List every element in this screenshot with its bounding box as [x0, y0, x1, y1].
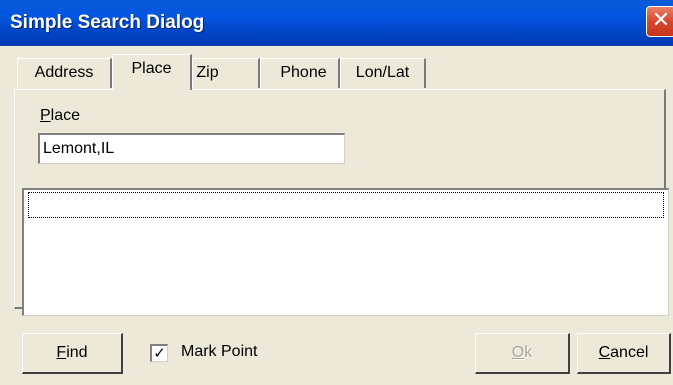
- tab-label: Zip: [196, 64, 219, 81]
- tab-address[interactable]: Address: [17, 58, 112, 88]
- ok-button[interactable]: Ok: [475, 333, 570, 374]
- title-bar[interactable]: Simple Search Dialog ✕: [0, 0, 673, 46]
- results-list[interactable]: [22, 188, 669, 316]
- find-button[interactable]: Find: [22, 333, 123, 374]
- window-title: Simple Search Dialog: [10, 12, 205, 33]
- tab-phone[interactable]: Phone: [260, 58, 340, 88]
- cancel-button[interactable]: Cancel: [577, 333, 671, 374]
- search-dialog: Simple Search Dialog ✕ Address Place Zip…: [0, 0, 673, 385]
- close-icon[interactable]: ✕: [646, 6, 673, 37]
- list-focus-row[interactable]: [28, 192, 664, 218]
- tab-place[interactable]: Place: [112, 54, 192, 90]
- tab-lonlat[interactable]: Lon/Lat: [340, 58, 426, 88]
- tab-zip[interactable]: Zip: [192, 58, 260, 88]
- tab-label: Address: [34, 64, 94, 81]
- tab-label: Lon/Lat: [355, 64, 410, 81]
- mark-point-label[interactable]: Mark Point: [181, 343, 257, 361]
- mark-point-checkbox[interactable]: ✓: [150, 344, 168, 362]
- tab-label: Place: [131, 60, 172, 77]
- tab-label: Phone: [280, 64, 327, 81]
